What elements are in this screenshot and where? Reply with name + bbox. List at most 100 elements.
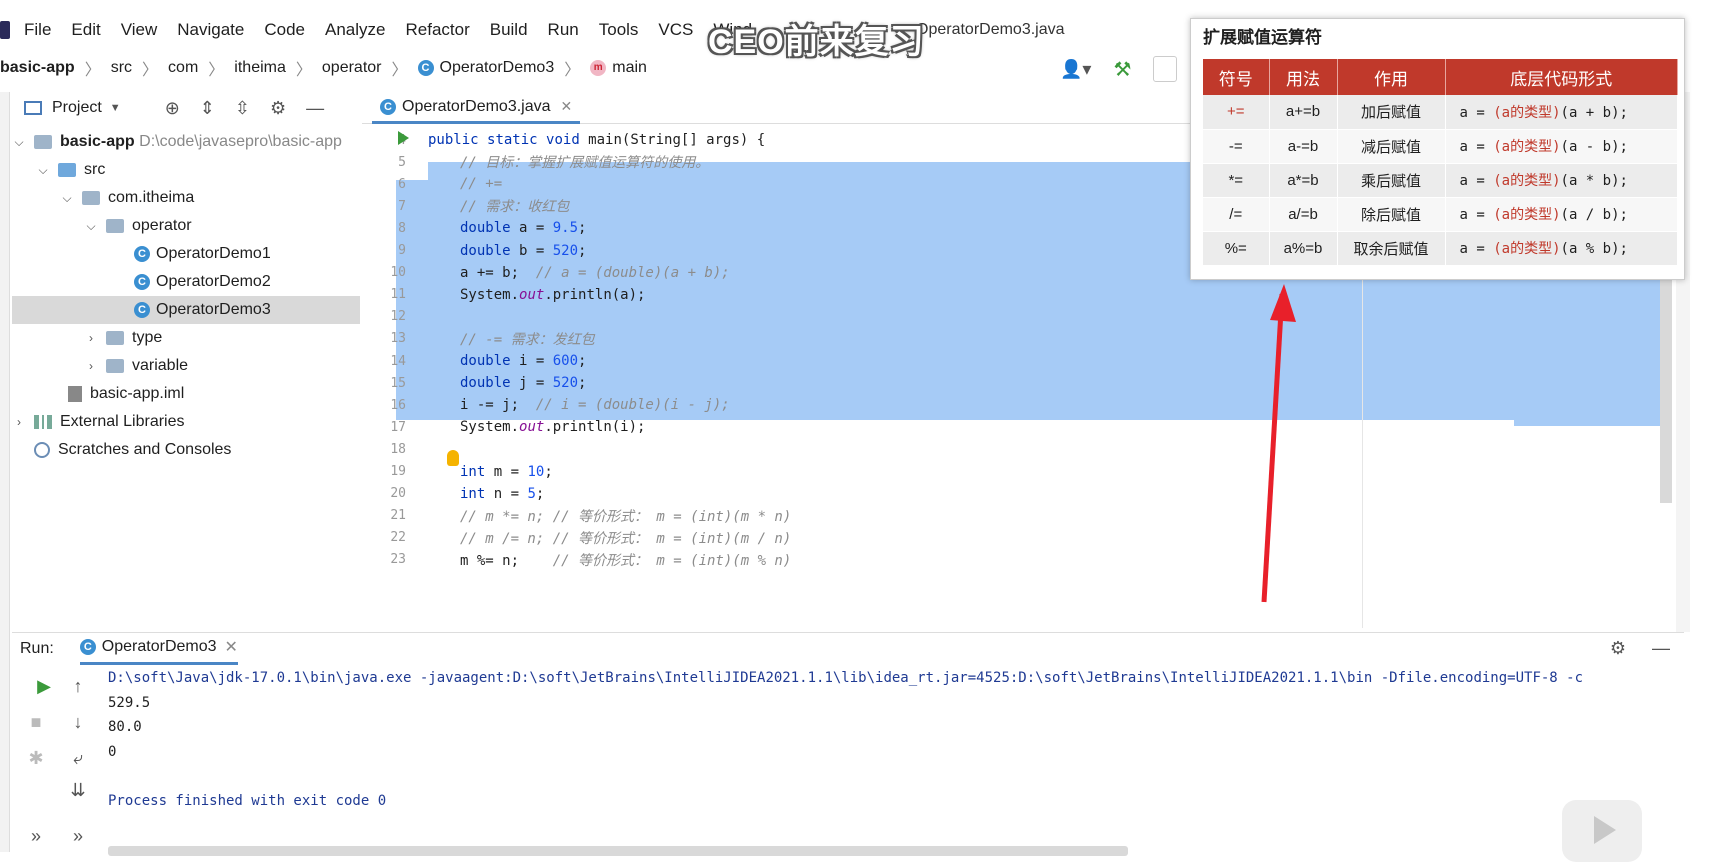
run-tab[interactable]: C OperatorDemo3 ✕	[79, 633, 238, 665]
header-effect: 作用	[1337, 59, 1446, 95]
chevron-right-icon[interactable]: ›	[84, 331, 98, 345]
tree-item-variable[interactable]: › variable	[12, 352, 360, 380]
lightbulb-icon[interactable]	[447, 450, 459, 466]
code-line[interactable]: 21 // m *= n; // 等价形式： m = (int)(m * n)	[362, 504, 1672, 528]
scroll-up-icon[interactable]: ↑	[66, 676, 90, 700]
menu-view[interactable]: View	[121, 20, 158, 40]
tree-item-operator[interactable]: ⌵ operator	[12, 212, 360, 240]
run-console-output[interactable]: D:\soft\Java\jdk-17.0.1\bin\java.exe -ja…	[108, 666, 1668, 813]
code-line[interactable]: 18	[362, 437, 1672, 461]
reference-row: -= a-=b 减后赋值 a = (a的类型)(a - b);	[1203, 129, 1678, 164]
code-line[interactable]: 12	[362, 305, 1672, 329]
code-line[interactable]: 16 i -= j; // i = (double)(i - j);	[362, 393, 1672, 417]
tree-item-package[interactable]: ⌵ com.itheima	[12, 184, 360, 212]
code-line[interactable]: 14 double i = 600;	[362, 349, 1672, 373]
chevron-down-icon[interactable]: ▼	[110, 102, 121, 114]
tree-item-external-libraries[interactable]: › External Libraries	[12, 408, 360, 436]
code-text: // m /= n; // 等价形式： m = (int)(m / n)	[460, 530, 792, 547]
menu-tools[interactable]: Tools	[599, 20, 639, 40]
user-icon[interactable]: 👤▾	[1060, 59, 1091, 80]
breadcrumb-com[interactable]: com 〉	[168, 56, 224, 80]
close-icon[interactable]: ✕	[561, 98, 573, 115]
gear-icon[interactable]: ⚙	[1610, 638, 1626, 659]
tree-item-src[interactable]: ⌵ src	[12, 156, 360, 184]
tree-item-file[interactable]: C OperatorDemo1	[12, 240, 360, 268]
method-icon: m	[590, 60, 607, 76]
reference-title: 扩展赋值运算符	[1203, 28, 1322, 47]
scroll-down-icon[interactable]: ↓	[66, 712, 90, 736]
breadcrumb-method[interactable]: m main	[590, 59, 647, 77]
menu-file[interactable]: File	[24, 20, 51, 40]
code-line[interactable]: 15 double j = 520;	[362, 371, 1672, 395]
run-tab-label: OperatorDemo3	[101, 638, 217, 655]
tree-item-root[interactable]: ⌵ basic-app D:\code\javasepro\basic-app	[12, 128, 360, 156]
stop-icon[interactable]: ■	[24, 712, 48, 736]
tree-item-type[interactable]: › type	[12, 324, 360, 352]
menu-analyze[interactable]: Analyze	[325, 20, 385, 40]
reference-usage: a%=b	[1269, 231, 1338, 266]
console-horizontal-scrollbar[interactable]	[108, 846, 1128, 856]
scroll-to-end-icon[interactable]: ⇊	[66, 780, 90, 804]
breadcrumb-src[interactable]: src 〉	[111, 56, 158, 80]
locate-icon[interactable]: ⊕	[165, 98, 180, 119]
menu-navigate[interactable]: Navigate	[177, 20, 244, 40]
more-icon[interactable]: »	[24, 826, 48, 850]
code-line[interactable]: 11 System.out.println(a);	[362, 283, 1672, 307]
chevron-right-icon[interactable]: ›	[12, 415, 26, 429]
menu-build[interactable]: Build	[490, 20, 528, 40]
menu-vcs[interactable]: VCS	[658, 20, 693, 40]
tab-operatordemo3[interactable]: C OperatorDemo3.java ✕	[372, 92, 581, 124]
reference-row: %= a%=b 取余后赋值 a = (a的类型)(a % b);	[1203, 231, 1678, 266]
run-gutter-icon[interactable]	[398, 131, 409, 145]
code-line[interactable]: 19 int m = 10;	[362, 460, 1672, 484]
package-icon	[106, 359, 124, 373]
expand-all-icon[interactable]: ⇕	[200, 98, 215, 119]
gear-icon[interactable]: ⚙	[270, 98, 286, 119]
menu-run[interactable]: Run	[548, 20, 579, 40]
code-line[interactable]: 20 int n = 5;	[362, 482, 1672, 506]
code-text: double a = 9.5;	[460, 220, 587, 237]
reference-symbol: -=	[1203, 129, 1270, 164]
code-line[interactable]: 22 // m /= n; // 等价形式： m = (int)(m / n)	[362, 526, 1672, 550]
reference-form: a = (a的类型)(a / b);	[1445, 197, 1678, 232]
code-line[interactable]: 23 m %= n; // 等价形式： m = (int)(m % n)	[362, 548, 1672, 572]
line-number: 17	[390, 419, 406, 435]
code-line[interactable]: 13 // -= 需求：发红包	[362, 327, 1672, 351]
chevron-down-icon[interactable]: ⌵	[36, 163, 50, 178]
video-play-icon[interactable]	[1562, 800, 1642, 862]
menu-refactor[interactable]: Refactor	[405, 20, 469, 40]
debug-icon[interactable]: ✱	[24, 748, 48, 772]
more-icon[interactable]: »	[66, 826, 90, 850]
soft-wrap-icon[interactable]: ⤶	[66, 748, 90, 772]
close-icon[interactable]: ✕	[225, 637, 238, 657]
header-usage: 用法	[1269, 59, 1338, 95]
line-number: 10	[390, 265, 406, 281]
hide-panel-icon[interactable]: —	[306, 98, 324, 119]
hide-panel-icon[interactable]: —	[1652, 638, 1670, 659]
breadcrumb-project[interactable]: basic-app 〉	[0, 56, 101, 80]
code-line[interactable]: 17 System.out.println(i);	[362, 415, 1672, 439]
project-panel-title[interactable]: Project	[52, 99, 102, 117]
chevron-down-icon[interactable]: ⌵	[60, 191, 74, 206]
run-config-box[interactable]	[1153, 56, 1178, 82]
breadcrumb-itheima[interactable]: itheima 〉	[234, 56, 312, 80]
tree-item-iml[interactable]: basic-app.iml	[12, 380, 360, 408]
chevron-down-icon[interactable]: ⌵	[12, 135, 26, 150]
line-number: 15	[390, 375, 406, 391]
chevron-right-icon[interactable]: ›	[84, 359, 98, 373]
tree-item-scratches[interactable]: Scratches and Consoles	[12, 436, 360, 464]
build-hammer-icon[interactable]: ⚒	[1113, 57, 1131, 82]
breadcrumb-operator[interactable]: operator 〉	[322, 56, 408, 80]
package-icon	[106, 331, 124, 345]
tree-item-file-selected[interactable]: C OperatorDemo3	[12, 296, 360, 324]
reference-row: *= a*=b 乘后赋值 a = (a的类型)(a * b);	[1203, 163, 1678, 198]
rerun-icon[interactable]: ▶	[32, 676, 56, 700]
collapse-all-icon[interactable]: ⇳	[235, 98, 250, 119]
tree-item-file[interactable]: C OperatorDemo2	[12, 268, 360, 296]
breadcrumb-class[interactable]: C OperatorDemo3 〉	[417, 56, 580, 80]
class-icon: C	[417, 60, 434, 76]
menu-code[interactable]: Code	[264, 20, 305, 40]
menu-edit[interactable]: Edit	[71, 20, 100, 40]
chevron-down-icon[interactable]: ⌵	[84, 219, 98, 234]
